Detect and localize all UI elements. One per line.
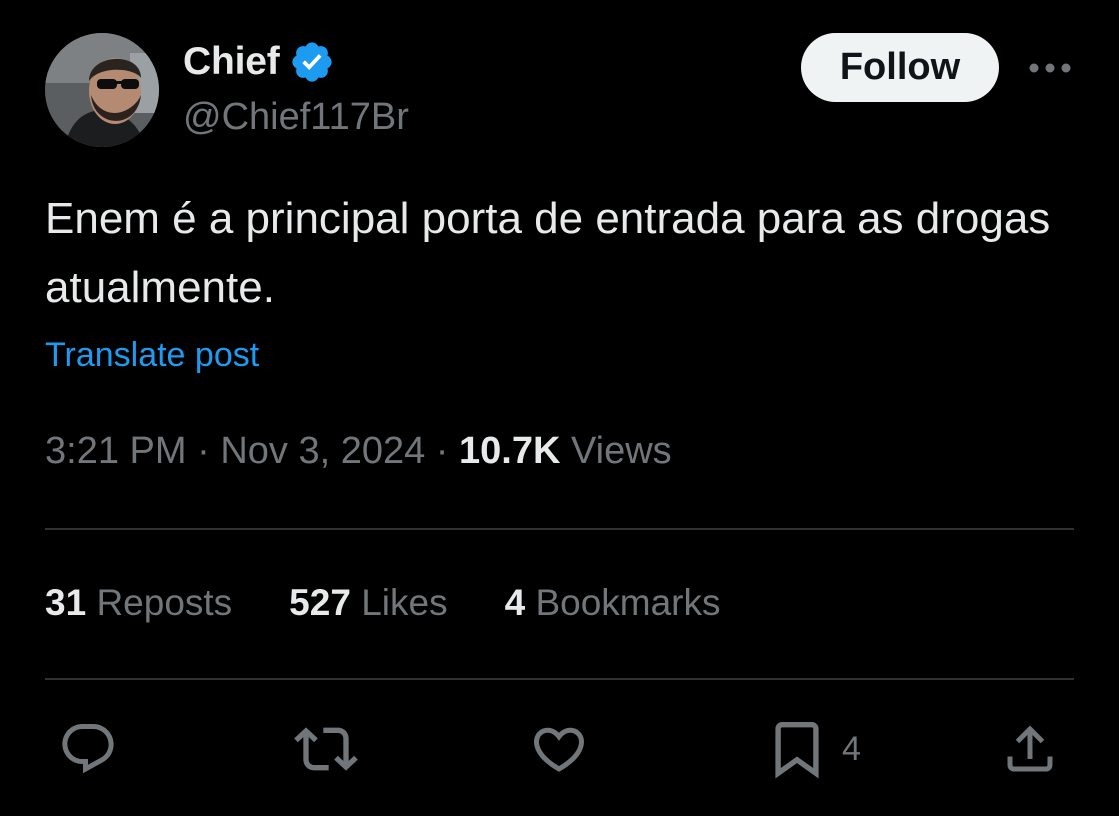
likes-stat[interactable]: 527 Likes [289, 582, 447, 624]
bookmarks-count: 4 [504, 582, 526, 623]
views-label[interactable]: Views [571, 430, 672, 472]
post-meta: 3:21 PM · Nov 3, 2024 · 10.7K Views [45, 430, 672, 473]
bookmark-button[interactable]: 4 [770, 716, 861, 782]
reposts-stat[interactable]: 31 Reposts [45, 582, 232, 624]
reposts-label: Reposts [96, 582, 233, 623]
reply-icon [62, 724, 114, 774]
meta-separator: · [435, 430, 449, 472]
bookmarks-stat[interactable]: 4 Bookmarks [505, 582, 721, 624]
repost-icon [294, 727, 358, 771]
share-button[interactable] [1000, 716, 1060, 782]
views-count[interactable]: 10.7K [459, 430, 560, 472]
avatar-image [45, 33, 159, 147]
heart-icon [533, 727, 585, 772]
engagement-stats: 31 Reposts 527 Likes 4 Bookmarks [45, 582, 778, 624]
like-button[interactable] [529, 716, 589, 782]
more-horizontal-icon [1029, 63, 1071, 73]
author-handle[interactable]: @Chief117Br [183, 96, 409, 139]
reply-button[interactable] [58, 716, 118, 782]
bookmark-action-count: 4 [842, 729, 861, 768]
meta-separator: · [197, 430, 210, 472]
repost-button[interactable] [294, 716, 358, 782]
bookmarks-label: Bookmarks [535, 582, 721, 623]
author-name-row[interactable]: Chief [183, 38, 335, 86]
likes-label: Likes [361, 582, 448, 623]
divider [45, 678, 1074, 680]
post-date[interactable]: Nov 3, 2024 [220, 430, 425, 472]
share-icon [1007, 725, 1053, 772]
verified-badge-icon [289, 39, 335, 85]
more-options-button[interactable] [1024, 48, 1076, 88]
author-display-name[interactable]: Chief [183, 40, 280, 84]
divider [45, 528, 1074, 530]
post-time[interactable]: 3:21 PM [45, 430, 187, 472]
translate-post-link[interactable]: Translate post [45, 336, 259, 375]
avatar[interactable] [45, 33, 159, 147]
reposts-count: 31 [45, 582, 87, 623]
post-text: Enem é a principal porta de entrada para… [45, 194, 1051, 312]
bookmark-icon [775, 722, 819, 779]
follow-button[interactable]: Follow [801, 33, 999, 102]
likes-count: 527 [289, 582, 351, 623]
